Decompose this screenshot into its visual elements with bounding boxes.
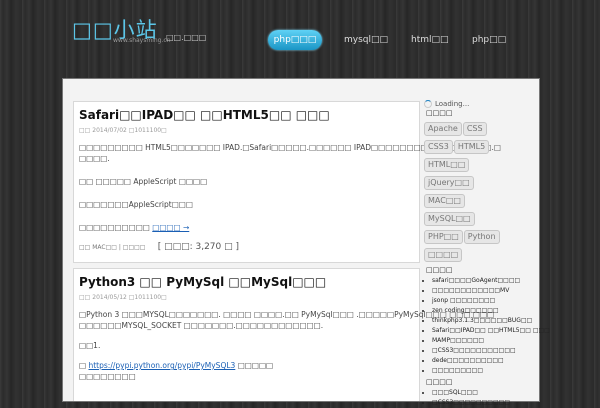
- tag-php[interactable]: PHP□□: [424, 230, 463, 244]
- tag-mac[interactable]: MAC□□: [424, 194, 465, 208]
- tag-css[interactable]: CSS: [462, 122, 487, 136]
- post-text: □□□□□□□AppleScript□□□: [79, 200, 193, 209]
- recent-posts-list: safari□□□□GoAgent□□□□ □□□□□□□□□□□□MV jso…: [424, 276, 550, 376]
- list-item[interactable]: thinkphp3.1.3□□□□□□BUG□□: [432, 316, 536, 326]
- post-text: □□□□□□□□: [79, 372, 136, 381]
- post-text: □□□□□□□□□ HTML5□□□□□□□ IPAD.□Safari□□□□□…: [79, 143, 501, 152]
- loading-text: Loading...: [435, 100, 470, 108]
- list-item[interactable]: dede□□□□□□□□□□: [432, 356, 536, 366]
- list-item[interactable]: zen coding□□□□□□: [432, 306, 536, 316]
- tag-cloud: Apache CSS CSS3 HTML5 HTML□□ jQuery□□ MAC□…: [424, 119, 536, 263]
- tag-mysql[interactable]: MySQL□□: [424, 212, 475, 226]
- site-subtitle: □□.□□□: [166, 33, 207, 42]
- post-title[interactable]: Python3 □□ PyMySql □□MySql□□□: [79, 275, 419, 289]
- post-text-link-line: □ https://pypi.python.org/pypi/PyMySQL3 …: [79, 360, 419, 371]
- tag-html5[interactable]: HTML5: [453, 140, 490, 154]
- site-url: www.shaysming.cn: [113, 37, 171, 44]
- random-posts-heading: □□□□: [426, 378, 453, 386]
- tag-html[interactable]: HTML□□: [424, 158, 470, 172]
- list-item[interactable]: □CSS3□□□□□□□□□□□: [432, 346, 536, 356]
- random-posts-list: □□□SQL□□□ □CSS3□□□□□□□□□□: [424, 388, 536, 408]
- list-item[interactable]: MAMP□□□□□□: [432, 336, 536, 346]
- loading-indicator: Loading...: [424, 100, 536, 108]
- nav-item-html[interactable]: html□□: [411, 30, 449, 50]
- post-meta: □□ 2014/07/02 □1011100□: [79, 127, 167, 134]
- post-text: □□1.: [79, 341, 101, 350]
- tag-misc[interactable]: □□□□: [424, 248, 463, 262]
- view-count: [ □□□: 3,270 □ ]: [157, 242, 239, 252]
- list-item[interactable]: Safari□□IPAD□□ □□HTML5□□ □□□: [432, 326, 550, 336]
- tag-cloud-heading: □□□□: [426, 109, 453, 117]
- post-text: □□ □□□□□ AppleScript □□□□: [79, 177, 208, 186]
- post-text: □Python 3 □□□MYSQL□□□□□□□. □□□□ □□□□.□□ …: [79, 310, 495, 319]
- nav-item-mysql[interactable]: mysql□□: [344, 30, 388, 50]
- tag-python[interactable]: Python: [463, 230, 500, 244]
- header: □□小站 www.shaysming.cn □□.□□□ php□□□ mysq…: [0, 0, 600, 78]
- spinner-icon: [424, 100, 432, 108]
- list-item[interactable]: □□□□□□□□□: [432, 366, 536, 376]
- read-more-link[interactable]: □□□□ →: [152, 223, 189, 232]
- list-item[interactable]: □□□□□□□□□□□□MV: [432, 286, 536, 296]
- list-item[interactable]: safari□□□□GoAgent□□□□: [432, 276, 536, 286]
- post-text: □□□□.: [79, 154, 110, 163]
- post-meta: □□ 2014/05/12 □1011100□: [79, 294, 167, 301]
- post-footer: □□ MAC□□ | □□□□ [ □□□: 3,270 □ ]: [79, 242, 419, 252]
- tag-apache[interactable]: Apache: [424, 122, 462, 136]
- read-more-line: □□□□□□□□□□ □□□□ →: [79, 222, 419, 233]
- post-title[interactable]: Safari□□IPAD□□ □□HTML5□□ □□□: [79, 108, 419, 122]
- post-text-suffix: □□□□□: [235, 361, 274, 370]
- post-text: □□□□□□MYSQL_SOCKET □□□□□□□.□□□□□□□□□□□□.: [79, 321, 324, 330]
- tag-css3[interactable]: CSS3: [424, 140, 453, 154]
- post-card-2: Python3 □□ PyMySql □□MySql□□□ □□ 2014/05…: [73, 268, 495, 401]
- sidebar: Loading... □□□□ Apache CSS CSS3 HTML5 HTML…: [424, 100, 550, 408]
- tag-jquery[interactable]: jQuery□□: [424, 176, 474, 190]
- nav-item-php-1[interactable]: php□□□: [268, 30, 322, 50]
- pypi-link[interactable]: https://pypi.python.org/pypi/PyMySQL3: [88, 361, 235, 370]
- post-tags[interactable]: □□ MAC□□ | □□□□: [79, 244, 145, 251]
- list-item[interactable]: □□□SQL□□□: [432, 388, 536, 398]
- post-card-1: Safari□□IPAD□□ □□HTML5□□ □□□ □□ 2014/07/…: [73, 101, 501, 263]
- nav-item-php-2[interactable]: php□□: [472, 30, 506, 50]
- recent-posts-heading: □□□□: [426, 266, 453, 274]
- read-more-prefix: □□□□□□□□□□: [79, 223, 153, 232]
- list-item[interactable]: jsonp □□□□□□□□: [432, 296, 536, 306]
